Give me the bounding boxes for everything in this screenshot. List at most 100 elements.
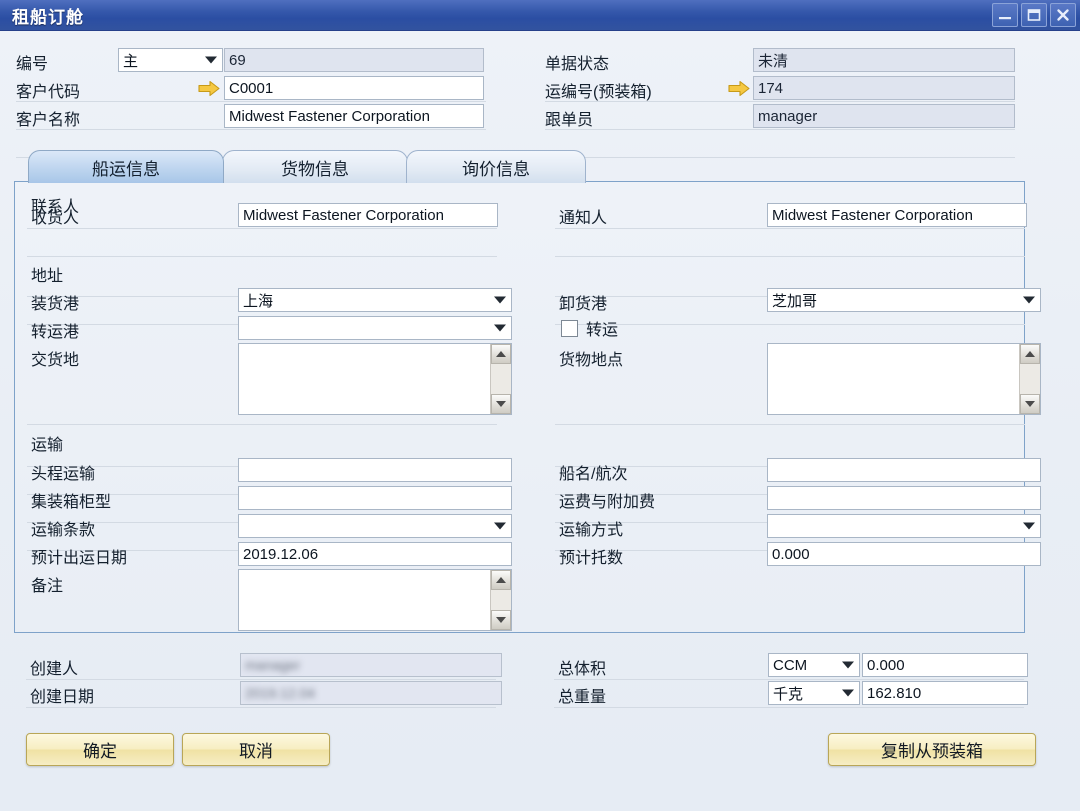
delivery-place-text[interactable] xyxy=(239,344,490,414)
consignee-input[interactable]: Midwest Fastener Corporation xyxy=(238,203,498,227)
scroll-up-button[interactable] xyxy=(491,570,511,590)
doc-number-type-value: 主 xyxy=(123,52,139,70)
window-title: 租船订舱 xyxy=(12,7,84,27)
close-button[interactable] xyxy=(1050,3,1076,27)
field-row-merchandiser: 跟单员 xyxy=(545,105,715,131)
scroll-down-button[interactable] xyxy=(491,610,511,630)
transship-checkbox-row[interactable]: 转运 xyxy=(561,316,618,340)
chevron-down-icon xyxy=(1023,522,1035,530)
triangle-down-icon xyxy=(496,401,506,407)
field-row-transship-port: 转运港 xyxy=(31,317,79,343)
cargo-location-scrollbar[interactable] xyxy=(1019,344,1040,414)
minimize-button[interactable] xyxy=(992,3,1018,27)
field-row-delivery-place: 交货地 xyxy=(31,345,79,371)
label-total-weight: 总重量 xyxy=(558,689,607,706)
total-weight-unit-select[interactable]: 千克 xyxy=(768,681,860,705)
label-cargo-location: 货物地点 xyxy=(559,352,624,369)
total-volume-input[interactable]: 0.000 xyxy=(862,653,1028,677)
remark-textarea[interactable] xyxy=(238,569,512,631)
est-pallets-input[interactable]: 0.000 xyxy=(767,542,1041,566)
divider xyxy=(554,679,1024,680)
load-port-select[interactable]: 上海 xyxy=(238,288,512,312)
divider xyxy=(27,256,497,257)
tab-shipping-info-label: 船运信息 xyxy=(92,159,160,179)
transport-terms-select[interactable] xyxy=(238,514,512,538)
label-transship-port: 转运港 xyxy=(31,324,80,341)
scroll-up-button[interactable] xyxy=(491,344,511,364)
customer-name-input[interactable]: Midwest Fastener Corporation xyxy=(224,104,484,128)
delivery-place-textarea[interactable] xyxy=(238,343,512,415)
create-date-text: 2019.12.04 xyxy=(245,685,316,701)
window-titlebar: 租船订舱 xyxy=(0,0,1080,31)
freight-charges-input[interactable] xyxy=(767,486,1041,510)
field-row-est-pallets: 预计托数 xyxy=(559,543,623,569)
label-creator: 创建人 xyxy=(30,661,79,678)
maximize-button[interactable] xyxy=(1021,3,1047,27)
field-row-discharge-port: 卸货港 xyxy=(559,289,607,315)
field-row-doc-number: 编号 xyxy=(16,49,116,75)
delivery-place-scrollbar[interactable] xyxy=(490,344,511,414)
notify-party-input[interactable]: Midwest Fastener Corporation xyxy=(767,203,1027,227)
cargo-location-text[interactable] xyxy=(768,344,1019,414)
confirm-button[interactable]: 确定 xyxy=(26,733,174,766)
tab-cargo-info-label: 货物信息 xyxy=(281,159,349,179)
total-weight-input[interactable]: 162.810 xyxy=(862,681,1028,705)
remark-scrollbar[interactable] xyxy=(490,570,511,630)
field-row-consignee: 收货人 xyxy=(31,203,79,229)
divider xyxy=(555,228,1025,229)
chevron-down-icon xyxy=(842,661,854,669)
label-transport-terms: 运输条款 xyxy=(31,522,96,539)
transship-port-select[interactable] xyxy=(238,316,512,340)
goto-arrow-icon[interactable] xyxy=(198,80,220,97)
cargo-location-textarea[interactable] xyxy=(767,343,1041,415)
merchandiser-value: manager xyxy=(753,104,1015,128)
chevron-down-icon xyxy=(494,324,506,332)
confirm-button-label: 确定 xyxy=(83,742,117,761)
field-row-container-type: 集装箱柜型 xyxy=(31,487,111,513)
field-row-freight-charges: 运费与附加费 xyxy=(559,487,655,513)
transship-checkbox[interactable] xyxy=(561,319,578,337)
label-total-volume: 总体积 xyxy=(558,661,607,678)
etd-input[interactable]: 2019.12.06 xyxy=(238,542,512,566)
label-freight-charges: 运费与附加费 xyxy=(559,494,656,511)
tab-inquiry-info[interactable]: 询价信息 xyxy=(406,150,586,183)
remark-text[interactable] xyxy=(239,570,490,630)
label-doc-status: 单据状态 xyxy=(545,56,610,73)
merchandiser-text: manager xyxy=(758,107,818,125)
section-caption-transport: 运输 xyxy=(31,437,64,454)
container-type-input[interactable] xyxy=(238,486,512,510)
etd-text: 2019.12.06 xyxy=(243,545,319,563)
section-caption-address: 地址 xyxy=(31,268,64,285)
customer-code-input[interactable]: C0001 xyxy=(224,76,484,100)
tab-cargo-info[interactable]: 货物信息 xyxy=(222,150,408,183)
cancel-button[interactable]: 取消 xyxy=(182,733,330,766)
label-delivery-place: 交货地 xyxy=(31,352,80,369)
tab-shipping-info[interactable]: 船运信息 xyxy=(28,150,224,183)
divider xyxy=(555,324,1025,325)
label-est-pallets: 预计托数 xyxy=(559,550,624,567)
total-volume-unit-value: CCM xyxy=(773,656,808,674)
discharge-port-select[interactable]: 芝加哥 xyxy=(767,288,1041,312)
precarriage-input[interactable] xyxy=(238,458,512,482)
copy-from-prepack-button[interactable]: 复制从预装箱 xyxy=(828,733,1036,766)
transport-mode-select[interactable] xyxy=(767,514,1041,538)
doc-number-type-select[interactable]: 主 xyxy=(118,48,223,72)
label-create-date: 创建日期 xyxy=(30,689,95,706)
divider xyxy=(555,424,1025,425)
scroll-down-button[interactable] xyxy=(1020,394,1040,414)
label-remark: 备注 xyxy=(31,578,64,595)
field-row-transport-mode: 运输方式 xyxy=(559,515,623,541)
scroll-up-button[interactable] xyxy=(1020,344,1040,364)
vessel-voyage-input[interactable] xyxy=(767,458,1041,482)
field-row-customer-name: 客户名称 xyxy=(16,105,116,131)
scroll-down-button[interactable] xyxy=(491,394,511,414)
copy-from-prepack-button-label: 复制从预装箱 xyxy=(881,742,983,761)
goto-arrow-icon[interactable] xyxy=(728,80,750,97)
cancel-button-label: 取消 xyxy=(239,742,273,761)
field-row-vessel-voyage: 船名/航次 xyxy=(559,459,627,485)
shipment-number-value: 174 xyxy=(753,76,1015,100)
chevron-down-icon xyxy=(205,56,217,64)
divider xyxy=(26,679,496,680)
total-volume-unit-select[interactable]: CCM xyxy=(768,653,860,677)
divider xyxy=(26,707,496,708)
